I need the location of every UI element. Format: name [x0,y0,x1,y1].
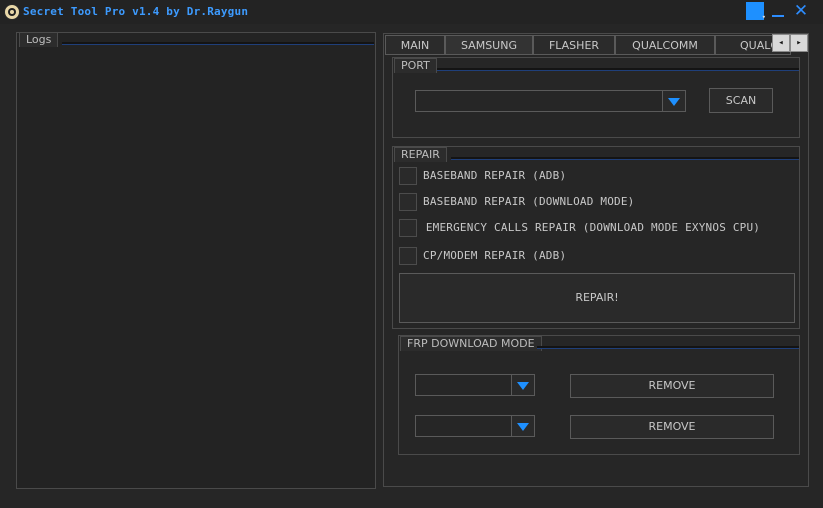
repair-button[interactable]: REPAIR! [399,273,795,323]
close-icon: ✕ [793,1,809,21]
tab-samsung[interactable]: SAMSUNG [445,35,533,55]
app-logo-icon [4,4,20,20]
cp-modem-label: CP/MODEM REPAIR (ADB) [423,249,567,262]
tab-flasher-label: FLASHER [548,39,600,52]
tab-main[interactable]: MAIN [385,35,445,55]
tab-flasher[interactable]: FLASHER [533,35,615,55]
repair-button-label: REPAIR! [575,291,619,304]
dropdown-arrow-icon[interactable] [511,375,534,395]
tab-qualcomm-label: QUALCOMM [632,39,698,52]
cp-modem-checkbox[interactable] [399,247,417,265]
dropdown-arrow-icon[interactable] [662,91,685,111]
tab-samsung-label: SAMSUNG [461,39,517,52]
scan-button-label: SCAN [725,94,757,107]
port-label: PORT [394,58,437,73]
frp-download-label: FRP DOWNLOAD MODE [400,336,542,351]
close-button[interactable]: ✕ [790,1,812,21]
remove-button-2-label: REMOVE [648,420,696,433]
logs-label: Logs [19,32,59,47]
tab-container: MAIN SAMSUNG FLASHER QUALCOMM QUALC ◂ ▸ … [383,33,809,487]
minimize-button[interactable] [768,2,790,20]
tab-scroll-right-button[interactable]: ▸ [790,34,808,52]
baseband-adb-checkbox[interactable] [399,167,417,185]
skin-menu-button[interactable]: ▾ [746,2,766,21]
emergency-calls-checkbox[interactable] [399,219,417,237]
logs-panel[interactable]: Logs [16,32,376,489]
dropdown-arrow-icon[interactable] [511,416,534,436]
chevron-left-icon: ◂ [778,38,784,48]
frp-select-1[interactable] [415,374,535,396]
port-header-line [437,68,799,71]
emergency-calls-label: EMERGENCY CALLS REPAIR (DOWNLOAD MODE EX… [419,221,761,234]
window-title: Secret Tool Pro v1.4 by Dr.Raygun [23,5,249,18]
repair-label: REPAIR [394,147,447,162]
repair-header-line [451,157,799,160]
chevron-right-icon: ▸ [796,38,802,48]
baseband-adb-label: BASEBAND REPAIR (ADB) [423,169,567,182]
frp-header-line [537,346,799,349]
remove-button-2[interactable]: REMOVE [570,415,774,439]
remove-button-1-label: REMOVE [648,379,696,392]
chevron-down-icon: ▾ [761,13,766,21]
baseband-download-label: BASEBAND REPAIR (DOWNLOAD MODE) [423,195,635,208]
logs-header-line [62,42,374,45]
remove-button-1[interactable]: REMOVE [570,374,774,398]
tab-scroll-left-button[interactable]: ◂ [772,34,790,52]
tab-qualcomm[interactable]: QUALCOMM [615,35,715,55]
port-select[interactable] [415,90,686,112]
tab-main-label: MAIN [400,39,430,52]
baseband-download-checkbox[interactable] [399,193,417,211]
frp-select-2[interactable] [415,415,535,437]
port-group: PORT SCAN [392,57,800,138]
scan-button[interactable]: SCAN [709,88,773,113]
frp-download-group: FRP DOWNLOAD MODE REMOVE REMOVE [398,335,800,455]
repair-group: REPAIR BASEBAND REPAIR (ADB) BASEBAND RE… [392,146,800,329]
